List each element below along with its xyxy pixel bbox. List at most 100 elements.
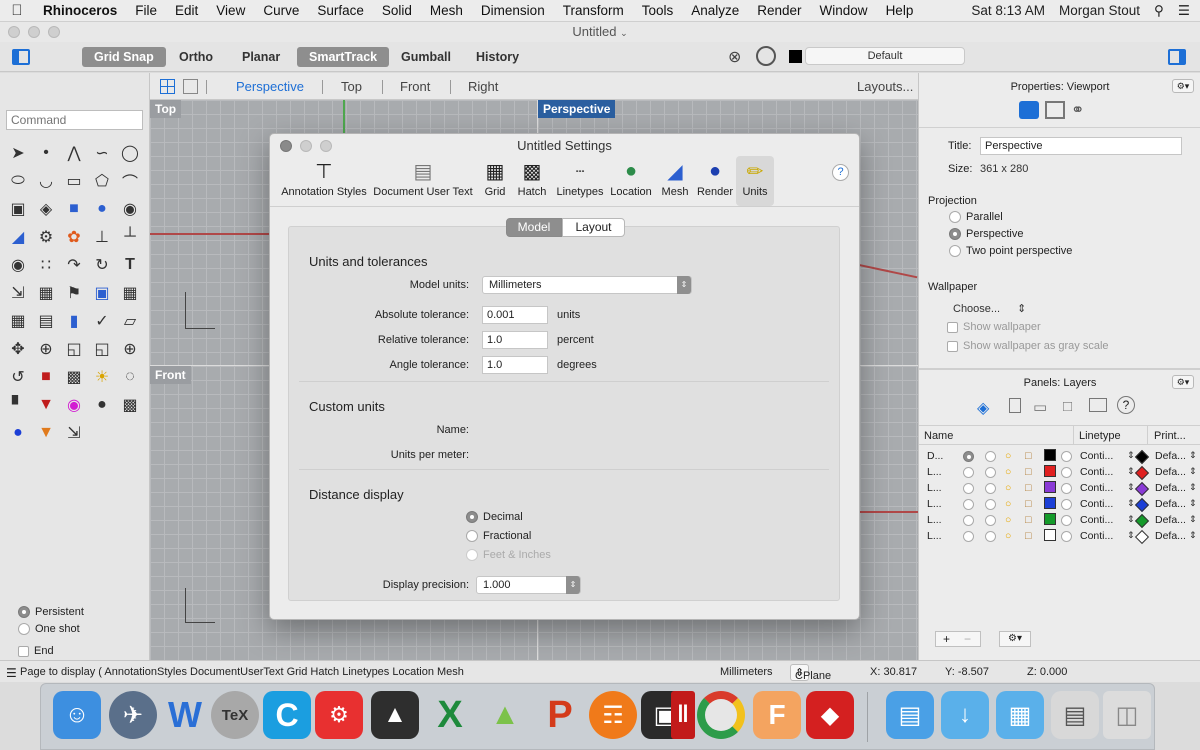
menu-render[interactable]: Render [748, 3, 810, 18]
layer-color-swatch[interactable] [1044, 449, 1056, 461]
split-icon[interactable]: ┴ [116, 223, 144, 251]
layer-linetype[interactable]: Conti... [1080, 498, 1113, 510]
light-bulb-icon[interactable]: ○ [1005, 482, 1011, 494]
tab-units[interactable]: ✏ Units [736, 156, 774, 206]
layer-color-swatch[interactable] [789, 50, 802, 63]
dimension-icon[interactable]: ⇲ [4, 279, 32, 307]
layer-row[interactable]: L... ○ □ Conti... ⇕ Defa... ⇕ [927, 513, 1200, 529]
extrude-surface-icon[interactable]: ◈ [32, 195, 60, 223]
folder-icon[interactable]: ▤ [886, 691, 934, 739]
print-color-diamond[interactable] [1134, 513, 1150, 529]
notification-center-icon[interactable]: ☰ [1178, 3, 1190, 19]
chevron-updown-icon[interactable]: ⇕ [1189, 530, 1197, 541]
text-icon[interactable]: T [116, 251, 144, 279]
check-icon[interactable]: ✓ [88, 307, 116, 335]
new-layer-icon[interactable] [1009, 398, 1021, 413]
tab-grid[interactable]: ▦ Grid [478, 156, 512, 206]
absolute-tolerance-input[interactable]: 0.001 [482, 306, 548, 324]
car-icon[interactable]: ■ [32, 363, 60, 391]
light-bulb-icon[interactable]: ◌ [116, 363, 144, 391]
layer-sub-icon[interactable]: □ [1063, 398, 1072, 415]
word-icon[interactable]: W [161, 691, 209, 739]
close-window-button[interactable] [8, 26, 20, 38]
tab-perspective[interactable]: Perspective [236, 79, 304, 94]
layer-linetype[interactable]: Conti... [1080, 450, 1113, 462]
four-view-layout-icon[interactable] [160, 79, 175, 94]
layer-linetype[interactable]: Conti... [1080, 514, 1113, 526]
checker-icon[interactable]: ▩ [60, 363, 88, 391]
window-title[interactable]: Untitled [572, 24, 616, 39]
menu-solid[interactable]: Solid [373, 3, 421, 18]
layer-row[interactable]: L... ○ □ Conti... ⇕ Defa... ⇕ [927, 497, 1200, 513]
lock-icon[interactable]: □ [1025, 482, 1031, 494]
menu-view[interactable]: View [207, 3, 254, 18]
model-units-select[interactable]: Millimeters ⇕ [482, 276, 692, 294]
layer-color-swatch[interactable] [1044, 497, 1056, 509]
cylinder-icon[interactable]: ◉ [116, 195, 144, 223]
menu-curve[interactable]: Curve [254, 3, 308, 18]
pan-icon[interactable]: ✥ [4, 335, 32, 363]
light-bulb-icon[interactable]: ○ [1005, 514, 1011, 526]
chevron-updown-icon[interactable]: ⇕ [1189, 514, 1197, 525]
layer-name[interactable]: L... [927, 514, 942, 526]
powerpoint-icon[interactable]: P [536, 691, 584, 739]
perspective-viewport-label[interactable]: Perspective [538, 100, 616, 118]
menu-dimension[interactable]: Dimension [472, 3, 554, 18]
object-snap-icon[interactable]: ⊗ [728, 47, 741, 67]
layers-stack-icon[interactable]: ◈ [977, 398, 989, 418]
one-shot-radio[interactable] [18, 623, 30, 635]
fusion360-icon[interactable]: F [753, 691, 801, 739]
chrome-icon[interactable] [697, 691, 745, 739]
zoom-extents-icon[interactable]: ◱ [88, 335, 116, 363]
funnel-icon[interactable]: ▼ [32, 419, 60, 447]
top-viewport-label[interactable]: Top [150, 100, 182, 118]
one-shot-option[interactable]: One shot [18, 623, 80, 635]
viewport-title-field[interactable]: Perspective [980, 137, 1182, 155]
select-arrow-icon[interactable]: ➤ [4, 139, 32, 167]
history-button[interactable]: History [464, 47, 531, 67]
layers-gear-icon[interactable]: ⚙▾ [1172, 375, 1194, 389]
model-segment-button[interactable]: Model [506, 218, 562, 237]
viewport-frame-icon[interactable] [1045, 101, 1065, 119]
document-stack-icon[interactable]: ▤ [1051, 691, 1099, 739]
apple-icon[interactable]:  [0, 2, 34, 19]
eraser-icon[interactable]: ▱ [116, 307, 144, 335]
undo-view-icon[interactable]: ↺ [4, 363, 32, 391]
spotlight-search-icon[interactable]: ⚲ [1154, 3, 1164, 19]
group-icon[interactable]: ◉ [4, 251, 32, 279]
chevron-updown-icon[interactable]: ⇕ [1127, 514, 1135, 525]
chevron-updown-icon[interactable]: ⇕ [1189, 466, 1197, 477]
wallpaper-choose-dropdown[interactable]: Choose... ⇕ [953, 302, 1026, 315]
array-icon[interactable]: ∷ [32, 251, 60, 279]
ellipse-icon[interactable]: ⬭ [4, 167, 32, 195]
tab-render[interactable]: ● Render [694, 156, 736, 206]
rotate-icon[interactable]: ↷ [60, 251, 88, 279]
layer-name[interactable]: L... [927, 466, 942, 478]
parallel-radio[interactable] [949, 211, 961, 223]
layer-help-icon[interactable]: ? [1117, 396, 1135, 414]
downloads-icon[interactable]: ↓ [941, 691, 989, 739]
finder-icon[interactable]: ☺ [53, 691, 101, 739]
flag-icon[interactable]: ⚑ [60, 279, 88, 307]
align-icon[interactable]: ▦ [32, 279, 60, 307]
ibooks-icon[interactable]: ☶ [589, 691, 637, 739]
feet-inches-option[interactable]: Feet & Inches [466, 549, 551, 561]
smarttrack-button[interactable]: SmartTrack [297, 47, 390, 67]
explode-icon[interactable]: ✿ [60, 223, 88, 251]
chevron-updown-icon[interactable]: ⇕ [1189, 482, 1197, 493]
boolean-icon[interactable]: ● [88, 195, 116, 223]
arc-icon[interactable]: ◡ [32, 167, 60, 195]
lock-icon[interactable]: □ [1025, 530, 1031, 542]
print-color-diamond[interactable] [1134, 465, 1150, 481]
perspective-radio[interactable] [949, 228, 961, 240]
tab-document-user-text[interactable]: ▤ Document User Text [370, 156, 476, 206]
cube-icon[interactable]: ▣ [88, 279, 116, 307]
box-icon[interactable]: ■ [60, 195, 88, 223]
trash-icon[interactable]: ◫ [1103, 691, 1151, 739]
rhino-icon[interactable]: ▲ [371, 691, 419, 739]
menu-surface[interactable]: Surface [308, 3, 373, 18]
print-color-diamond[interactable] [1134, 481, 1150, 497]
layer-name[interactable]: L... [927, 530, 942, 542]
menu-tools[interactable]: Tools [633, 3, 683, 18]
right-sidebar-toggle-icon[interactable] [1168, 49, 1186, 65]
